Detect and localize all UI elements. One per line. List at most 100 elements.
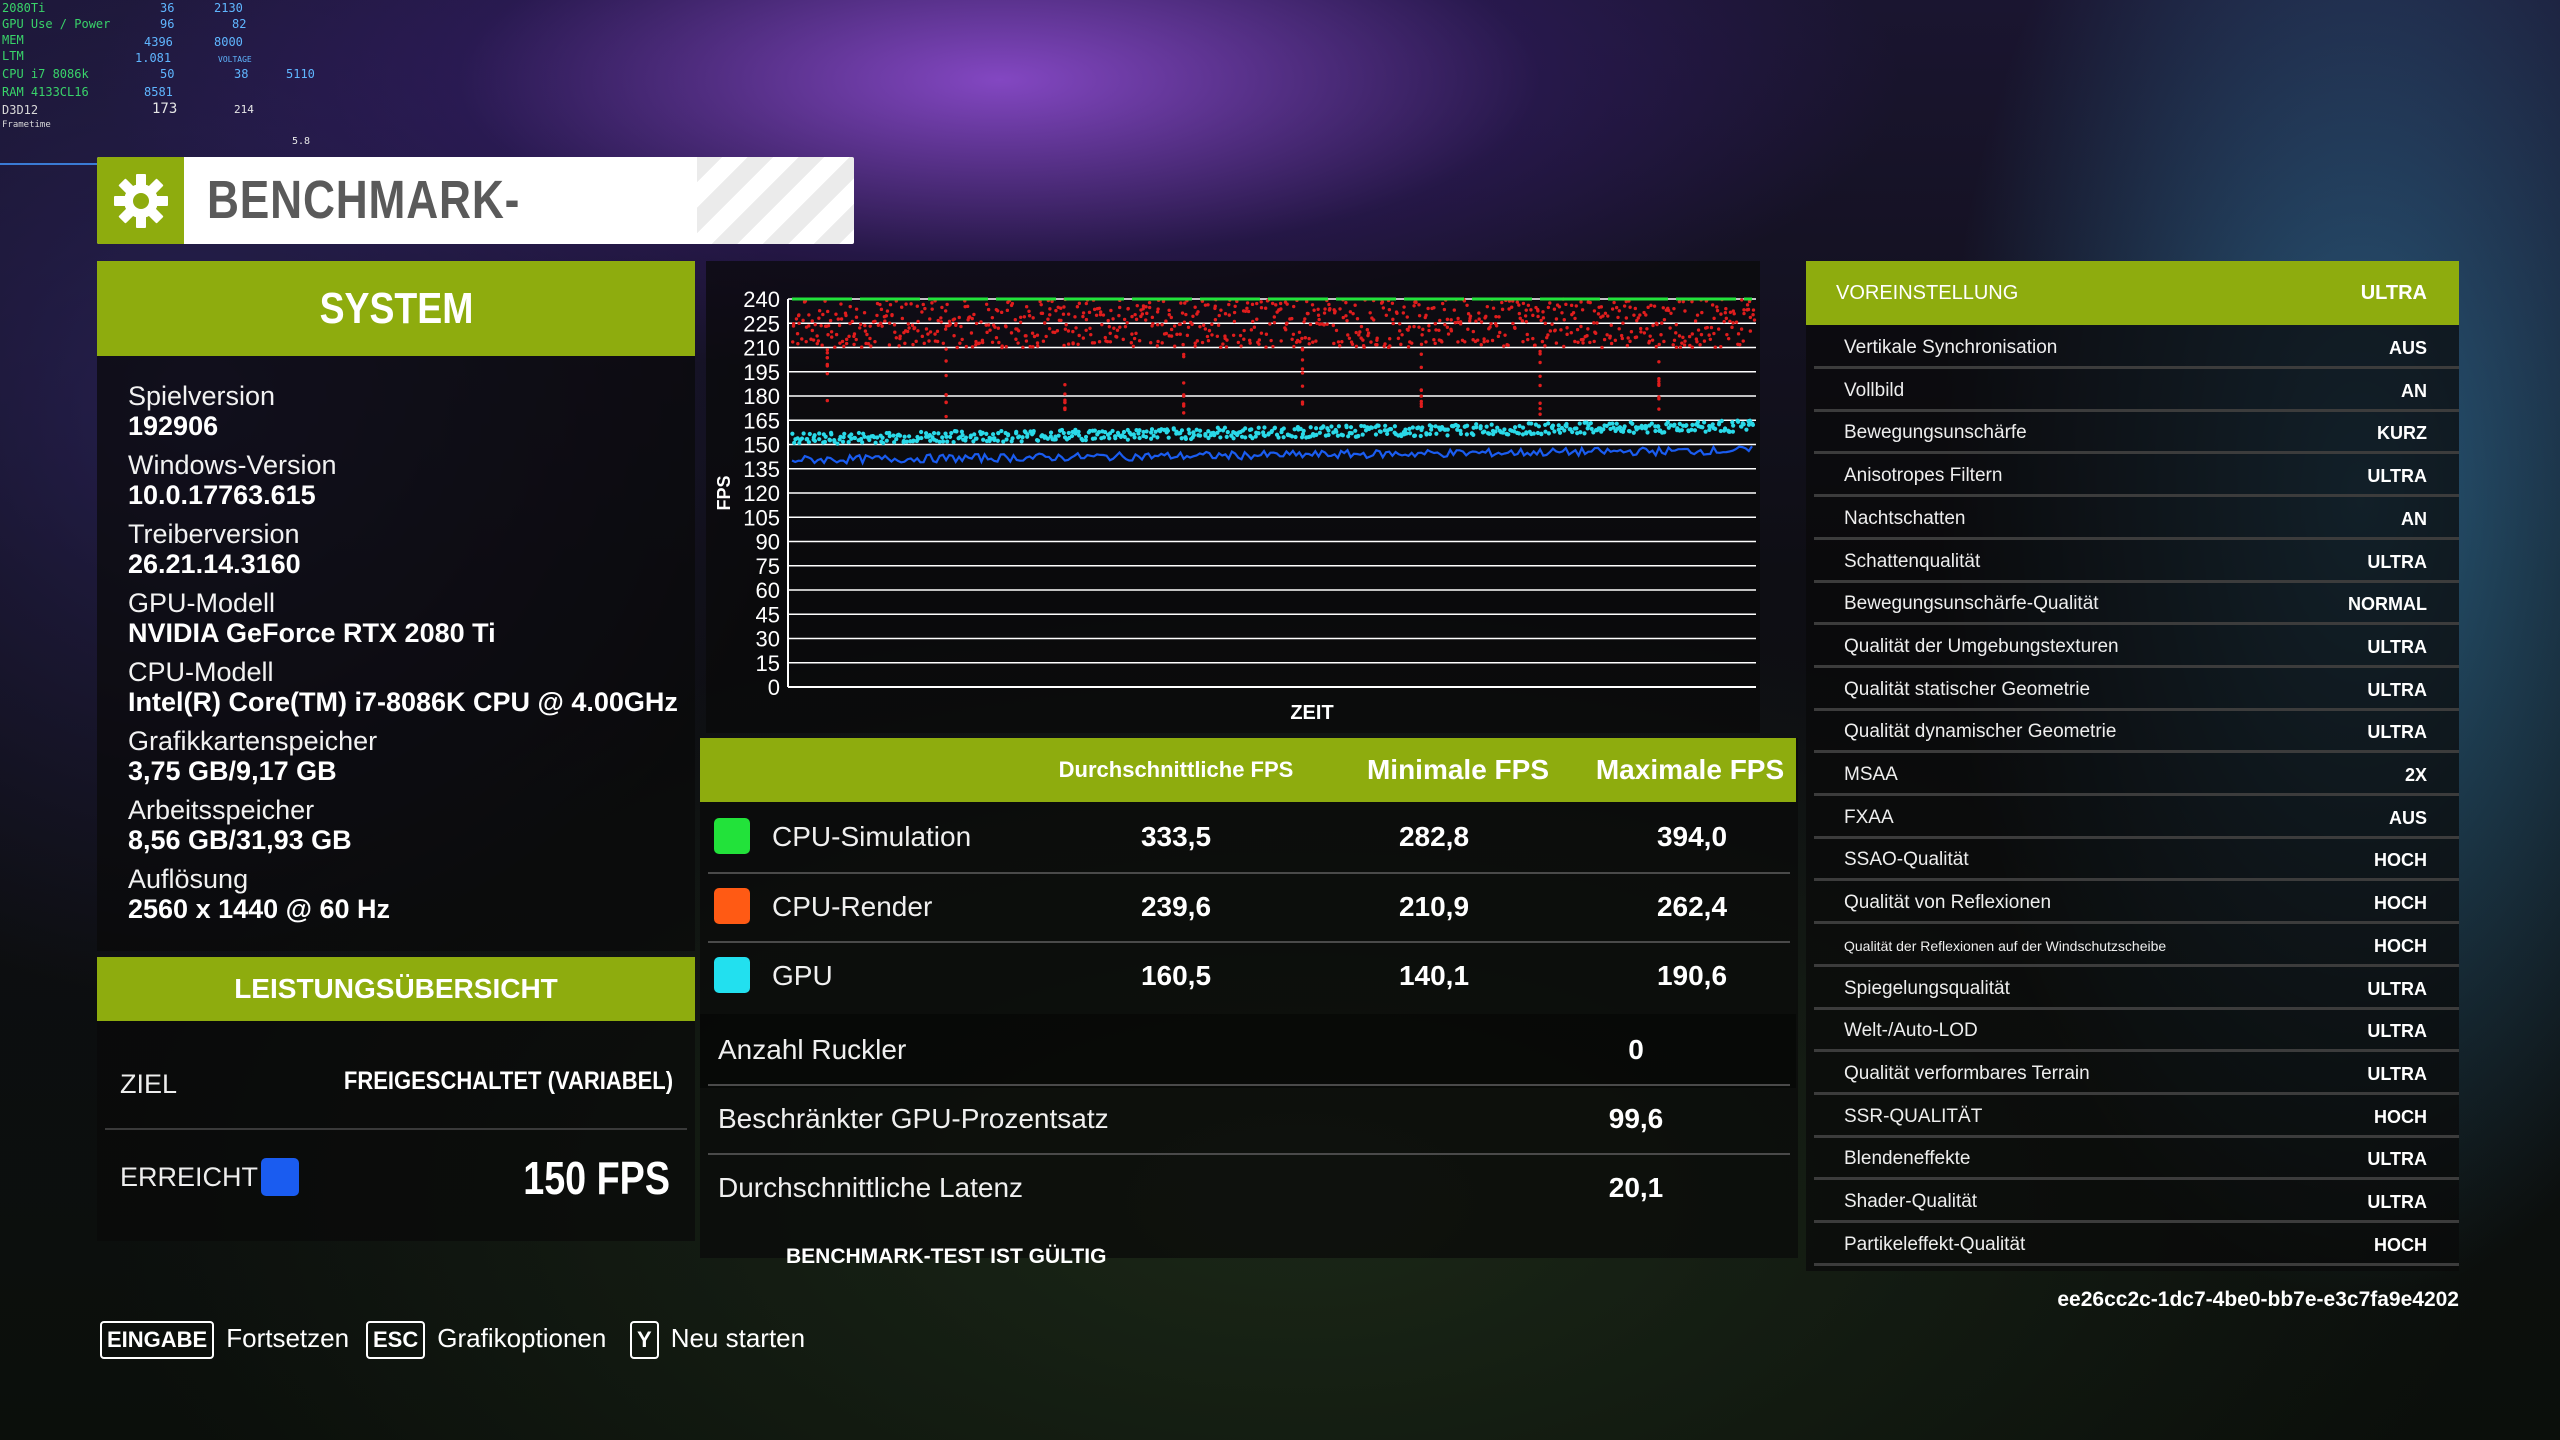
- gpu-point: [812, 433, 817, 438]
- gpu-point: [1137, 428, 1142, 433]
- setting-label: Anisotropes Filtern: [1844, 465, 2003, 487]
- cpu-render-point: [1622, 304, 1627, 308]
- cpu-render-point: [1399, 342, 1403, 347]
- prompt-restart[interactable]: Y Neu starten: [630, 1321, 805, 1359]
- cpu-render-point: [1569, 331, 1573, 335]
- cpu-render-point: [911, 342, 915, 347]
- cpu-render-point: [1355, 317, 1360, 321]
- gpu-point: [1630, 421, 1635, 426]
- gpu-point: [1577, 421, 1582, 426]
- cpu-render-point: [1272, 315, 1277, 319]
- cpu-render-point: [825, 364, 830, 368]
- cpu-render-point: [884, 314, 888, 318]
- cpu-render-point: [1543, 321, 1548, 326]
- cpu-render-point: [1094, 313, 1099, 317]
- gpu-point: [835, 441, 840, 446]
- cpu-render-point: [1731, 321, 1735, 325]
- cpu-render-point: [1000, 344, 1004, 348]
- fps-chart: 2402252101951801651501351201059075604530…: [714, 287, 1757, 724]
- cpu-render-point: [885, 309, 890, 313]
- cpu-render-point: [1232, 310, 1237, 315]
- cpu-render-point: [1046, 317, 1050, 321]
- cpu-render-point: [1312, 308, 1316, 312]
- cpu-render-point: [921, 302, 925, 307]
- setting-label: Schattenqualität: [1844, 550, 1981, 572]
- gpu-point: [1531, 431, 1536, 436]
- cpu-render-point: [1709, 325, 1714, 330]
- cpu-render-point: [1592, 309, 1597, 313]
- gpu-point: [1059, 427, 1065, 433]
- gpu-point: [1557, 430, 1563, 435]
- cpu-render-point: [1588, 300, 1592, 305]
- cpu-render-point: [1103, 335, 1107, 340]
- gpu-point: [945, 439, 950, 444]
- cpu-render-point: [984, 302, 989, 307]
- cpu-render-point: [1636, 316, 1640, 320]
- cpu-render-point: [920, 310, 924, 314]
- cpu-render-point: [1268, 322, 1272, 326]
- cpu-render-point: [1256, 340, 1260, 345]
- setting-divider: [1814, 622, 2459, 626]
- cpu-render-point: [909, 302, 913, 306]
- gpu-point: [1019, 439, 1024, 444]
- cpu-render-point: [848, 304, 852, 309]
- system-item-label: Grafikkartenspeicher: [128, 726, 378, 756]
- cpu-render-point: [1031, 345, 1035, 349]
- cpu-render-point: [791, 324, 796, 328]
- cpu-render-point: [854, 315, 859, 319]
- prompt-continue[interactable]: EINGABE Fortsetzen: [100, 1321, 349, 1359]
- cpu-render-point: [1035, 341, 1040, 345]
- cpu-render-point: [1695, 340, 1699, 344]
- gpu-point: [1536, 424, 1541, 429]
- gpu-point: [1300, 432, 1306, 437]
- cpu-render-point: [1259, 300, 1263, 304]
- gpu-point: [1340, 433, 1345, 438]
- cpu-render-point: [1617, 309, 1622, 313]
- setting-divider: [1814, 664, 2459, 668]
- cpu-render-point: [1440, 340, 1444, 344]
- cpu-render-point: [1147, 305, 1152, 310]
- cpu-render-point: [1061, 312, 1066, 316]
- cpu-render-point: [1440, 301, 1445, 306]
- cpu-render-point: [1076, 342, 1080, 346]
- cpu-render-point: [1063, 383, 1067, 387]
- gpu-point: [906, 434, 912, 439]
- cpu-render-point: [1145, 311, 1149, 316]
- setting-value: AN: [2401, 380, 2427, 401]
- gpu-point: [919, 429, 924, 435]
- cpu-render-point: [1398, 322, 1402, 326]
- cpu-render-point: [807, 324, 811, 328]
- cpu-render-point: [1669, 311, 1673, 315]
- cpu-render-point: [839, 302, 843, 306]
- cpu-render-point: [1646, 305, 1650, 310]
- gpu-point: [1702, 420, 1707, 425]
- cpu-render-point: [813, 322, 817, 327]
- cpu-render-point: [1538, 383, 1542, 388]
- cpu-render-point: [1443, 322, 1447, 327]
- cpu-render-point: [1264, 332, 1269, 336]
- cpu-render-point: [1019, 315, 1023, 320]
- gpu-point: [1524, 430, 1529, 435]
- cpu-render-point: [844, 313, 848, 318]
- cpu-render-point: [1674, 322, 1679, 327]
- cpu-render-point: [887, 343, 892, 347]
- cpu-render-point: [1511, 321, 1515, 326]
- preset-header: VOREINSTELLUNG ULTRA: [1806, 261, 2459, 325]
- setting-label: Welt-/Auto-LOD: [1844, 1020, 1978, 1042]
- cpu-render-point: [903, 341, 907, 346]
- cpu-render-point: [1300, 402, 1305, 406]
- osd-gpu-label: 2080Ti: [2, 1, 46, 15]
- cpu-render-point: [1186, 325, 1191, 329]
- prompt-graphics-options[interactable]: ESC Grafikoptionen: [366, 1321, 606, 1359]
- cpu-render-point: [1294, 340, 1299, 344]
- cpu-render-point: [1517, 303, 1521, 307]
- cpu-render-point: [996, 326, 1001, 330]
- gpu-point: [1424, 431, 1429, 436]
- gpu-point: [1304, 435, 1309, 440]
- gpu-point: [1529, 421, 1534, 426]
- cpu-render-point: [1375, 336, 1379, 340]
- cpu-render-point: [1175, 332, 1179, 337]
- cpu-render-point: [826, 332, 830, 337]
- cpu-render-point: [1564, 302, 1568, 307]
- cpu-render-point: [1379, 301, 1384, 305]
